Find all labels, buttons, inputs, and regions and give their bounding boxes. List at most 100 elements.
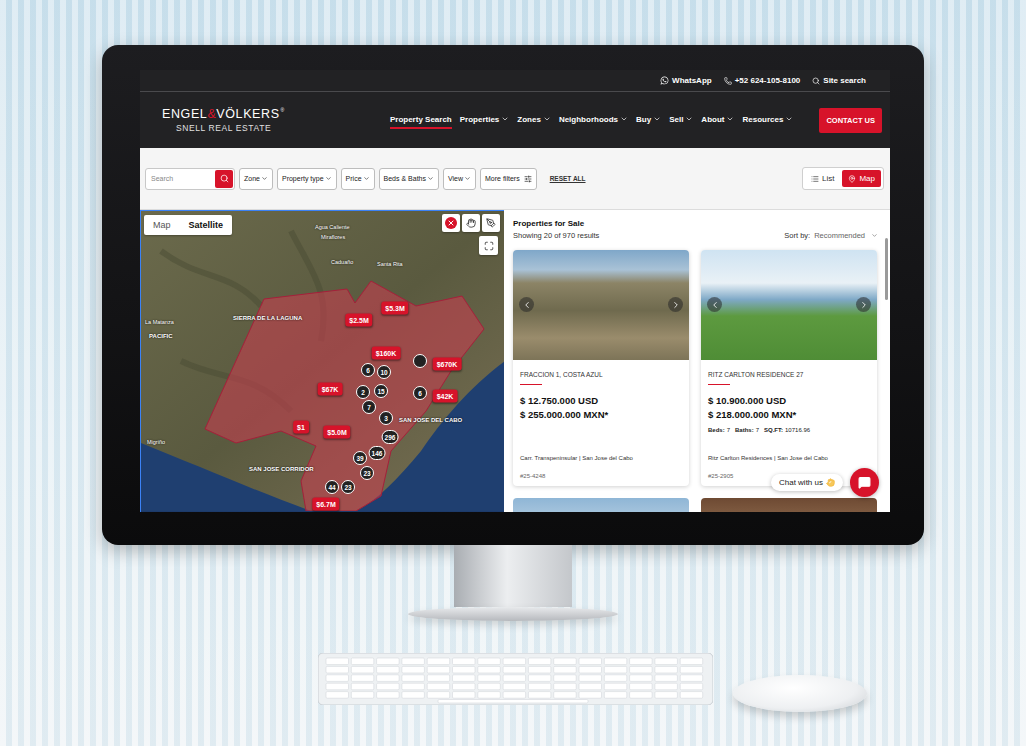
map-label: Santa Rita <box>377 261 403 267</box>
next-photo-button[interactable] <box>856 297 871 312</box>
whatsapp-icon <box>660 76 669 85</box>
filter-dropdown[interactable]: Beds & Baths <box>379 168 439 190</box>
logo[interactable]: ENGEL&VÖLKERS®SNELL REAL ESTATE <box>162 107 285 133</box>
chevron-down-icon <box>653 115 661 123</box>
property-title[interactable]: RITZ CARLTON RESIDENCE 27 <box>708 371 870 378</box>
results-panel: Properties for SaleShowing 20 of 970 res… <box>504 210 890 512</box>
caret-down-icon <box>427 175 434 182</box>
price-pin[interactable]: $5.0M <box>323 426 350 439</box>
nav-item[interactable]: Property Search <box>390 112 452 129</box>
nav-item[interactable]: Buy <box>636 112 661 129</box>
pen-icon <box>486 218 496 228</box>
mouse[interactable] <box>733 675 867 712</box>
more-filters-button[interactable]: More filters <box>480 168 537 190</box>
search-button[interactable] <box>215 170 233 188</box>
property-title[interactable]: FRACCION 1, COSTA AZUL <box>520 371 682 378</box>
next-photo-button[interactable] <box>668 297 683 312</box>
desk <box>0 621 1026 746</box>
nav-item[interactable]: Zones <box>517 112 551 129</box>
filter-dropdown[interactable]: Price <box>341 168 375 190</box>
results-title: Properties for Sale <box>513 218 878 230</box>
chevron-down-icon <box>685 115 693 123</box>
nav-item[interactable]: About <box>701 112 734 129</box>
cluster-pin[interactable]: 6 <box>361 363 375 377</box>
cluster-pin[interactable]: 6 <box>413 386 427 400</box>
property-card[interactable]: FRACCION 1, COSTA AZUL$ 12.750.000 USD$ … <box>513 250 689 486</box>
property-location: Carr. Transpeninsular | San Jose del Cab… <box>520 455 682 461</box>
pan-button[interactable] <box>462 214 480 232</box>
draw-button[interactable] <box>482 214 500 232</box>
sliders-icon <box>524 175 532 183</box>
whatsapp-link[interactable]: WhatsApp <box>660 76 712 85</box>
reset-all-link[interactable]: RESET ALL <box>550 175 586 182</box>
view-button[interactable]: Map <box>842 170 881 187</box>
map-type-button[interactable]: Satellite <box>180 215 233 235</box>
caret-down-icon <box>464 175 471 182</box>
map-label: Agua Caliente <box>315 224 350 230</box>
cluster-pin[interactable]: 7 <box>362 400 376 414</box>
property-card[interactable]: RITZ CARLTON RESIDENCE 27$ 10.900.000 US… <box>701 250 877 486</box>
previous-photo-button[interactable] <box>707 297 722 312</box>
cluster-pin[interactable]: 2 <box>356 385 370 399</box>
price-pin[interactable]: $670K <box>433 358 462 371</box>
cluster-pin[interactable]: 3 <box>379 411 393 425</box>
chevron-down-icon <box>501 115 509 123</box>
filter-dropdown[interactable]: Zone <box>239 168 273 190</box>
price-pin[interactable]: $42K <box>433 390 458 403</box>
property-card[interactable] <box>701 498 877 512</box>
map-panel[interactable]: Agua CalienteMirafloresCaduañoSanta Rita… <box>140 210 504 512</box>
phone-link[interactable]: +52 624-105-8100 <box>724 76 801 85</box>
cluster-pin[interactable]: 146 <box>369 446 386 460</box>
title-rule <box>708 384 730 385</box>
chevron-down-icon <box>871 232 878 239</box>
cluster-pin[interactable]: 23 <box>341 480 355 494</box>
property-specs: Beds:7Baths:7SQ.FT:10716.96 <box>708 427 870 433</box>
previous-photo-button[interactable] <box>519 297 534 312</box>
chevron-left-icon <box>710 300 720 310</box>
scrollbar[interactable] <box>885 238 888 300</box>
cluster-pin[interactable]: 10 <box>377 365 391 379</box>
filter-dropdown[interactable]: View <box>443 168 476 190</box>
chevron-left-icon <box>522 300 532 310</box>
chevron-down-icon <box>726 115 734 123</box>
nav-item[interactable]: Neighborhoods <box>559 112 628 129</box>
title-rule <box>520 384 542 385</box>
cluster-pin[interactable]: 296 <box>382 430 399 444</box>
cluster-pin[interactable]: 23 <box>360 466 374 480</box>
map-label: La Matanza <box>145 319 174 325</box>
price-pin[interactable]: $2.5M <box>345 314 372 327</box>
price-pin[interactable]: $1 <box>293 421 309 434</box>
map-type-button[interactable]: Map <box>144 215 180 235</box>
site-search-link[interactable]: Site search <box>812 76 866 85</box>
map-marker[interactable] <box>413 354 427 368</box>
property-card[interactable] <box>513 498 689 512</box>
map-label: SAN JOSE DEL CABO <box>399 417 462 423</box>
price-pin[interactable]: $67K <box>318 383 343 396</box>
view-button[interactable]: List <box>805 170 840 187</box>
chevron-down-icon <box>620 115 628 123</box>
nav-item[interactable]: Properties <box>460 112 510 129</box>
search-field[interactable]: Search <box>145 168 235 190</box>
main-nav: ENGEL&VÖLKERS®SNELL REAL ESTATE Property … <box>140 92 890 148</box>
nav-item[interactable]: Resources <box>742 112 793 129</box>
cluster-pin[interactable]: 44 <box>325 480 339 494</box>
fullscreen-button[interactable] <box>479 236 498 255</box>
price-pin[interactable]: $5.3M <box>381 302 408 315</box>
map-pin-icon <box>848 175 856 183</box>
nav-item[interactable]: Sell <box>669 112 693 129</box>
cluster-pin[interactable]: 39 <box>353 451 367 465</box>
filter-dropdown[interactable]: Property type <box>277 168 337 190</box>
cluster-pin[interactable]: 15 <box>374 384 388 398</box>
clear-shape-button[interactable] <box>442 214 460 232</box>
map-label: SIERRA DE LA LAGUNA <box>233 315 302 321</box>
chat-bubble[interactable]: Chat with us <box>771 474 843 491</box>
price-pin[interactable]: $160K <box>372 347 401 360</box>
sort-dropdown[interactable]: Sort by:Recommended <box>784 230 878 241</box>
chat-button[interactable] <box>850 468 879 497</box>
chat-icon <box>858 476 871 489</box>
view-toggle: ListMap <box>802 167 884 190</box>
price-pin[interactable]: $6.7M <box>312 498 339 511</box>
spec: Beds:7 <box>708 427 730 433</box>
contact-button[interactable]: CONTACT US <box>819 108 882 133</box>
price-usd: $ 12.750.000 USD <box>520 394 682 408</box>
